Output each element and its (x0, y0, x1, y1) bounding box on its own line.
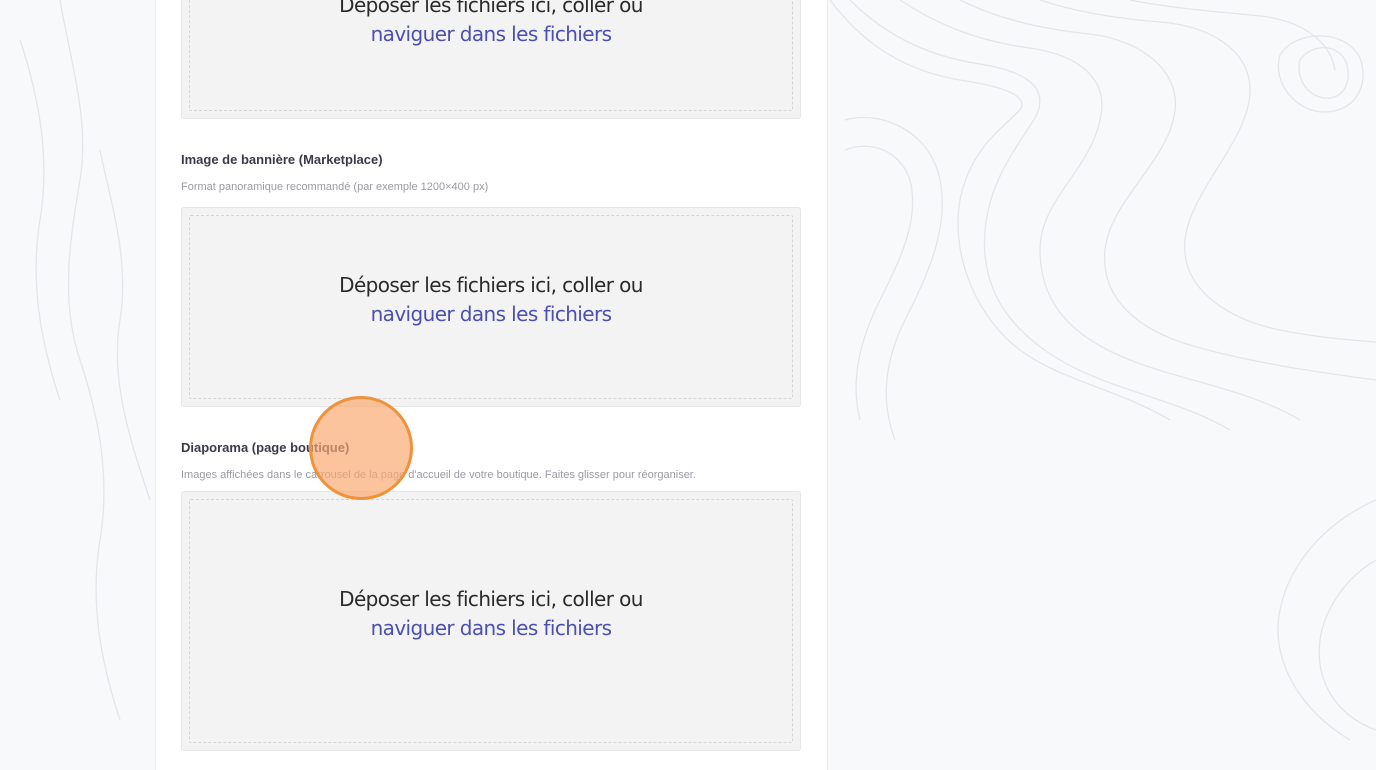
dropzone-instruction: Déposer les fichiers ici, coller ou (339, 273, 643, 297)
browse-files-link[interactable]: naviguer dans les fichiers (182, 300, 800, 329)
banner-image-help: Format panoramique recommandé (par exemp… (181, 181, 489, 193)
banner-dropzone[interactable]: Déposer les fichiers ici, coller ou navi… (181, 207, 801, 407)
browse-files-link[interactable]: naviguer dans les fichiers (182, 614, 800, 643)
banner-image-label: Image de bannière (Marketplace) (181, 152, 383, 167)
slideshow-help: Images affichées dans le carrousel de la… (181, 469, 696, 481)
dropzone-top[interactable]: Déposer les fichiers ici, coller ou navi… (181, 0, 801, 119)
dropzone-instruction: Déposer les fichiers ici, coller ou (339, 0, 643, 17)
click-indicator (309, 396, 413, 500)
upload-form-panel: Déposer les fichiers ici, coller ou navi… (155, 0, 828, 770)
dropzone-instruction: Déposer les fichiers ici, coller ou (339, 587, 643, 611)
slideshow-dropzone[interactable]: Déposer les fichiers ici, coller ou navi… (181, 491, 801, 751)
browse-files-link[interactable]: naviguer dans les fichiers (182, 20, 800, 49)
